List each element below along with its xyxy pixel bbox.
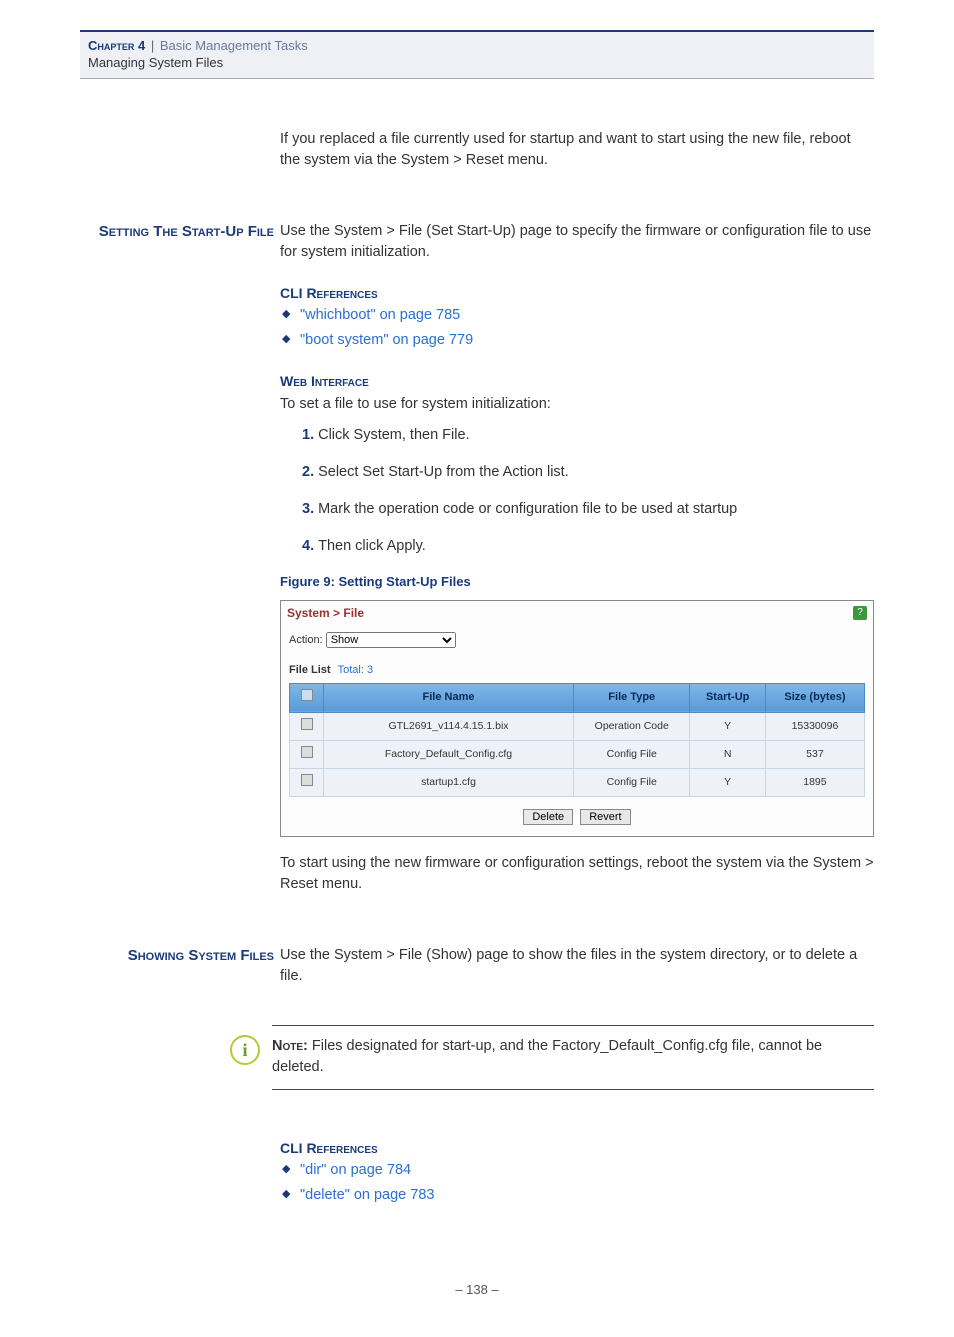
action-select[interactable]: Show (326, 632, 456, 648)
figure-caption: Figure 9: Setting Start-Up Files (280, 573, 874, 592)
row-checkbox[interactable] (301, 774, 313, 786)
web-interface-heading: Web Interface (280, 371, 874, 391)
section-heading-showing: Showing System Files (80, 945, 280, 1001)
cell-filetype: Config File (574, 741, 690, 769)
col-filetype: File Type (574, 683, 690, 712)
cell-filename: startup1.cfg (324, 769, 574, 797)
cell-size: 537 (765, 741, 864, 769)
note-label: Note: (272, 1038, 308, 1054)
after-figure-text: To start using the new firmware or confi… (280, 853, 874, 895)
cell-filename: Factory_Default_Config.cfg (324, 741, 574, 769)
cli-link-dir[interactable]: "dir" on page 784 (300, 1162, 411, 1178)
cell-filetype: Config File (574, 769, 690, 797)
section2-intro: Use the System > File (Show) page to sho… (280, 945, 874, 987)
intro-text: If you replaced a file currently used fo… (280, 129, 874, 171)
table-row: Factory_Default_Config.cfg Config File N… (290, 741, 865, 769)
cell-startup: N (690, 741, 765, 769)
page-header: Chapter 4 | Basic Management Tasks Manag… (80, 30, 874, 79)
file-list-total: Total: 3 (338, 664, 373, 676)
cell-startup: Y (690, 712, 765, 740)
table-row: GTL2691_v114.4.15.1.bix Operation Code Y… (290, 712, 865, 740)
step-2: Select Set Start-Up from the Action list… (318, 464, 569, 480)
step-4: Then click Apply. (318, 538, 426, 554)
note-icon: i (230, 1035, 260, 1065)
breadcrumb: System > File (287, 605, 364, 622)
cli-link-list: "whichboot" on page 785 "boot system" on… (280, 305, 874, 351)
col-filename: File Name (324, 683, 574, 712)
cell-size: 1895 (765, 769, 864, 797)
chapter-label: Chapter 4 (88, 38, 145, 53)
step-3: Mark the operation code or configuration… (318, 501, 737, 517)
steps-list: 1.Click System, then File. 2.Select Set … (280, 425, 874, 557)
cli-link-delete[interactable]: "delete" on page 783 (300, 1187, 434, 1203)
revert-button[interactable]: Revert (580, 809, 630, 825)
col-size: Size (bytes) (765, 683, 864, 712)
table-row: startup1.cfg Config File Y 1895 (290, 769, 865, 797)
cli-references-heading: CLI References (280, 283, 874, 303)
cell-startup: Y (690, 769, 765, 797)
cell-filetype: Operation Code (574, 712, 690, 740)
delete-button[interactable]: Delete (523, 809, 573, 825)
cell-size: 15330096 (765, 712, 864, 740)
file-table: File Name File Type Start-Up Size (bytes… (289, 683, 865, 798)
figure-screenshot: System > File ? Action: Show File List T… (280, 600, 874, 838)
web-intro: To set a file to use for system initiali… (280, 394, 874, 415)
action-label: Action: (289, 634, 323, 646)
section-heading-startup: Setting The Start-Up File (80, 221, 280, 909)
step-1: Click System, then File. (318, 427, 470, 443)
help-icon[interactable]: ? (853, 606, 867, 620)
cli-link-list-2: "dir" on page 784 "delete" on page 783 (280, 1160, 874, 1206)
chapter-title: Basic Management Tasks (160, 38, 308, 53)
section-subtitle: Managing System Files (88, 55, 866, 70)
note-box: Note: Files designated for start-up, and… (272, 1025, 874, 1089)
cell-filename: GTL2691_v114.4.15.1.bix (324, 712, 574, 740)
file-list-label: File List (289, 664, 331, 676)
cli-link-bootsystem[interactable]: "boot system" on page 779 (300, 332, 473, 348)
header-separator: | (151, 38, 154, 53)
col-startup: Start-Up (690, 683, 765, 712)
select-all-checkbox[interactable] (301, 689, 313, 701)
cli-references-heading-2: CLI References (280, 1138, 874, 1158)
row-checkbox[interactable] (301, 718, 313, 730)
page-number: – 138 – (80, 1282, 874, 1297)
section1-intro: Use the System > File (Set Start-Up) pag… (280, 221, 874, 263)
cli-link-whichboot[interactable]: "whichboot" on page 785 (300, 307, 460, 323)
note-content: Files designated for start-up, and the F… (272, 1038, 822, 1075)
row-checkbox[interactable] (301, 746, 313, 758)
